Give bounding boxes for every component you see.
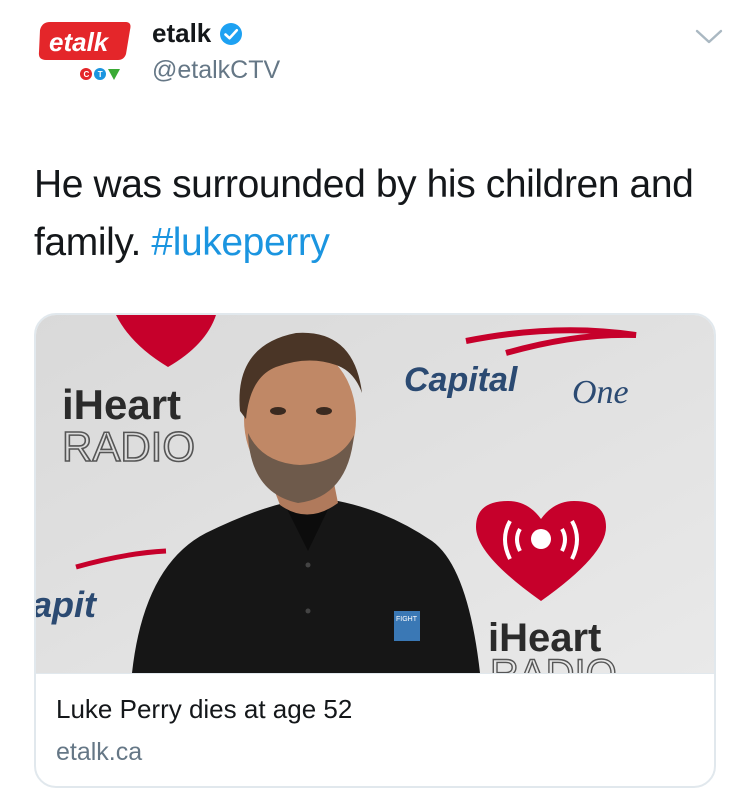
etalk-logo: etalk C T	[38, 22, 131, 80]
svg-text:etalk: etalk	[49, 27, 110, 57]
tweet-header: etalk C T etalk @etalkCTV	[0, 0, 750, 110]
svg-text:iHeart: iHeart	[62, 381, 181, 428]
svg-text:T: T	[98, 70, 103, 79]
svg-text:Capital: Capital	[404, 361, 519, 399]
svg-text:RADIO: RADIO	[490, 652, 617, 673]
author-handle[interactable]: @etalkCTV	[152, 56, 280, 85]
svg-text:One: One	[572, 374, 629, 411]
svg-text:apit: apit	[36, 584, 98, 625]
author-name-row[interactable]: etalk	[152, 18, 243, 49]
author-display-name[interactable]: etalk	[152, 18, 211, 49]
card-image: iHeart RADIO Capital One apit iHeart RAD…	[36, 315, 714, 673]
card-domain: etalk.ca	[56, 738, 143, 766]
card-title[interactable]: Luke Perry dies at age 52	[56, 694, 352, 725]
svg-text:C: C	[84, 70, 90, 79]
card-body[interactable]: Luke Perry dies at age 52 etalk.ca	[36, 673, 714, 786]
svg-text:FIGHT: FIGHT	[396, 616, 418, 623]
tweet-body: He was surrounded by his children and fa…	[34, 163, 694, 264]
link-preview-card[interactable]: iHeart RADIO Capital One apit iHeart RAD…	[34, 313, 716, 788]
verified-badge-icon	[220, 22, 243, 45]
chevron-down-icon[interactable]	[692, 24, 726, 48]
hashtag-link[interactable]: #lukeperry	[151, 221, 329, 264]
svg-text:RADIO: RADIO	[62, 423, 195, 470]
tweet-text: He was surrounded by his children and fa…	[34, 156, 714, 272]
avatar[interactable]: etalk C T	[34, 16, 134, 90]
